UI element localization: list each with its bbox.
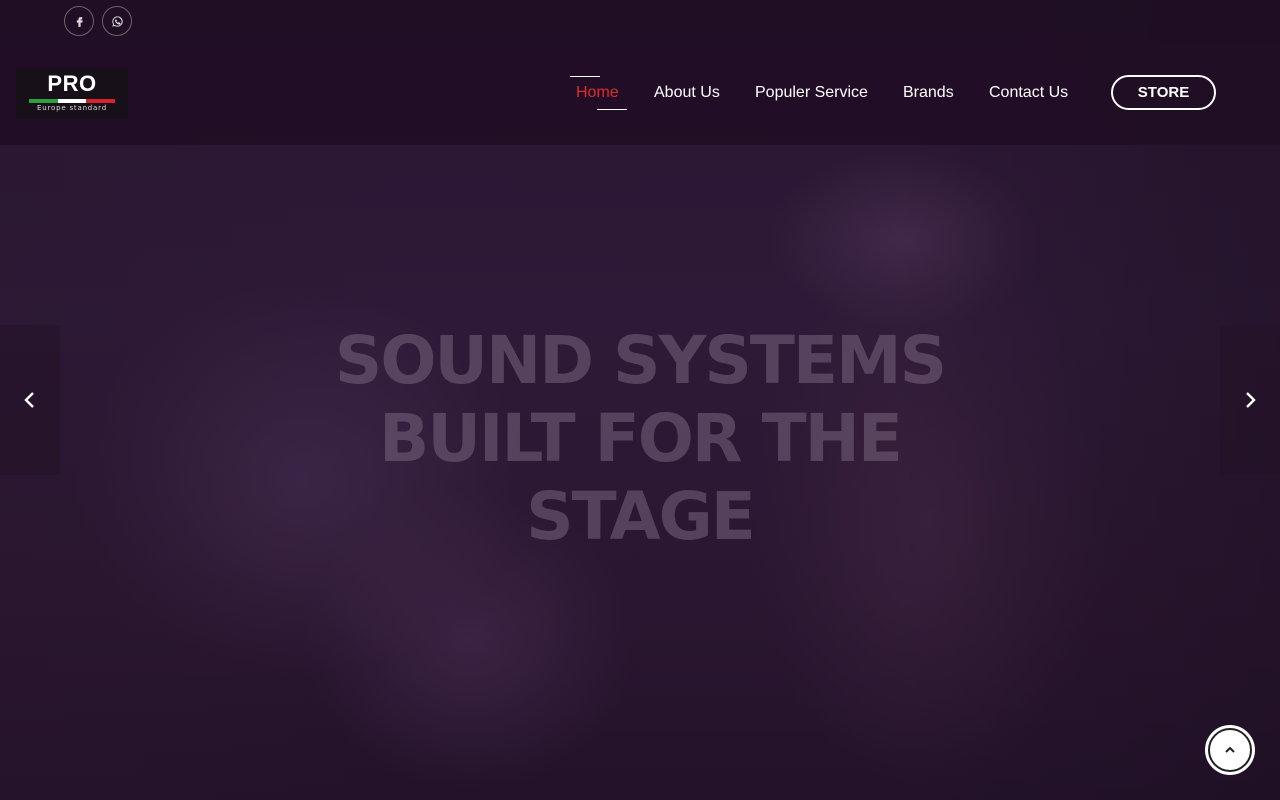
nav-item-home[interactable]: Home bbox=[576, 82, 619, 104]
store-button[interactable]: STORE bbox=[1111, 75, 1216, 110]
main-header: PRO Europe standard Home About Us Popule… bbox=[0, 42, 1280, 145]
hero-title-line-2: BUILT FOR THE bbox=[379, 400, 903, 477]
facebook-icon bbox=[76, 16, 83, 27]
facebook-link[interactable] bbox=[64, 6, 94, 36]
chevron-left-icon bbox=[24, 392, 34, 408]
top-bar bbox=[0, 0, 1280, 42]
nav-active-line-top bbox=[570, 76, 600, 77]
nav-item-populer-service[interactable]: Populer Service bbox=[755, 82, 868, 104]
nav-item-contact-us[interactable]: Contact Us bbox=[989, 82, 1068, 104]
hero-title-line-3: STAGE bbox=[526, 478, 756, 555]
flag-white bbox=[57, 99, 87, 103]
logo-flag-stripe bbox=[29, 99, 116, 103]
whatsapp-icon bbox=[111, 15, 123, 27]
back-to-top-button[interactable] bbox=[1205, 725, 1255, 775]
logo-subtitle: Europe standard bbox=[37, 104, 107, 112]
chevron-up-icon bbox=[1225, 746, 1235, 753]
flag-green bbox=[29, 99, 58, 103]
hero-title-line-1: SOUND SYSTEMS bbox=[334, 322, 947, 399]
back-to-top-ring bbox=[1208, 728, 1252, 772]
nav-item-brands[interactable]: Brands bbox=[903, 82, 954, 104]
flag-red bbox=[86, 99, 116, 103]
slider-prev-button[interactable] bbox=[0, 325, 60, 475]
logo-text: PRO bbox=[47, 71, 97, 96]
nav-item-about-us[interactable]: About Us bbox=[654, 82, 720, 104]
hero-title: SOUND SYSTEMS BUILT FOR THE STAGE bbox=[290, 322, 990, 556]
nav-active-line-bottom bbox=[597, 109, 627, 110]
whatsapp-link[interactable] bbox=[102, 6, 132, 36]
site-logo[interactable]: PRO Europe standard bbox=[16, 68, 128, 119]
chevron-right-icon bbox=[1246, 392, 1256, 408]
slider-next-button[interactable] bbox=[1220, 325, 1280, 475]
